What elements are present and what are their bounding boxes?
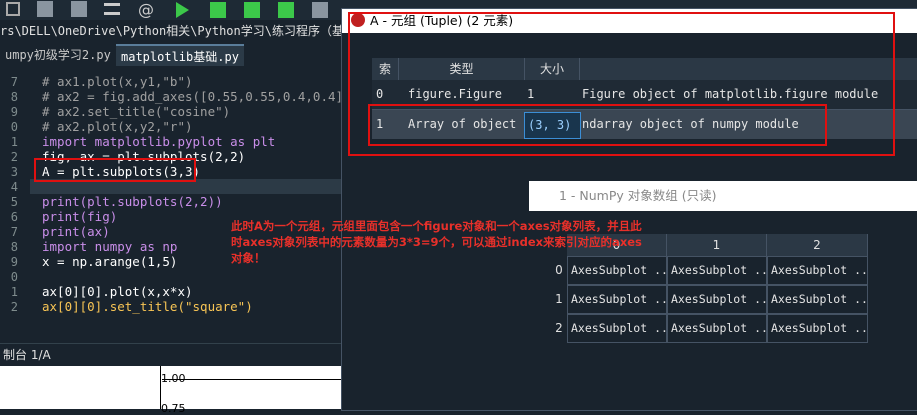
line-number: 7 xyxy=(10,225,18,239)
console-tab[interactable]: 制台 1/A xyxy=(0,344,51,366)
dialog-title: 1 - NumPy 对象数组 (只读) xyxy=(559,188,717,203)
array-cell[interactable]: AxesSubplot ... xyxy=(667,256,767,285)
row-header[interactable]: 1 xyxy=(553,292,565,306)
plot-top-line xyxy=(162,379,342,380)
array-cell[interactable]: AxesSubplot ... xyxy=(667,285,767,314)
plot-area: 1.00 0.75 xyxy=(0,366,345,415)
array-cell[interactable]: AxesSubplot ... xyxy=(667,314,767,343)
save-icon[interactable] xyxy=(37,1,53,17)
highlight-box-row xyxy=(368,104,827,146)
line-number: 7 xyxy=(10,75,18,89)
array-cell[interactable]: AxesSubplot ... xyxy=(567,285,667,314)
working-directory-path[interactable]: rs\DELL\OneDrive\Python相关\Python学习\练习程序（… xyxy=(0,20,345,42)
editor-tabs: umpy初级学习2.py matplotlib基础.py xyxy=(0,42,345,68)
at-icon[interactable]: @ xyxy=(138,0,154,19)
array-cell[interactable]: AxesSubplot ... xyxy=(767,256,868,285)
code-line[interactable]: import numpy as np xyxy=(42,239,177,254)
highlight-box-code xyxy=(34,158,196,182)
line-number: 2 xyxy=(10,300,18,314)
line-number: 9 xyxy=(10,255,18,269)
tab-matplotlib-basics[interactable]: matplotlib基础.py xyxy=(116,44,244,68)
row-header[interactable]: 2 xyxy=(553,321,565,335)
column-header-2[interactable]: 2 xyxy=(767,234,868,256)
run-icon[interactable] xyxy=(176,2,189,18)
line-number: 0 xyxy=(10,120,18,134)
save-all-icon[interactable] xyxy=(71,1,87,17)
run-cell-icon[interactable] xyxy=(244,2,260,18)
code-line[interactable]: print(ax) xyxy=(42,224,110,239)
numpy-array-viewer-dialog: 1 - NumPy 对象数组 (只读) 0 1 2 0 1 2 AxesSubp… xyxy=(529,181,917,409)
folder-icon[interactable] xyxy=(6,2,20,16)
line-number: 6 xyxy=(10,210,18,224)
line-number: 9 xyxy=(10,105,18,119)
dialog-title-bar[interactable]: 1 - NumPy 对象数组 (只读) xyxy=(529,181,917,211)
list-icon[interactable] xyxy=(104,3,120,15)
line-number: 0 xyxy=(10,270,18,284)
annotation-text: 此时A为一个元组，元组里面包含一个figure对象和一个axes对象列表，并且此… xyxy=(231,219,642,265)
array-cell[interactable]: AxesSubplot ... xyxy=(767,285,868,314)
line-number: 8 xyxy=(10,240,18,254)
line-number: 1 xyxy=(10,285,18,299)
line-number: 1 xyxy=(10,135,18,149)
array-cell[interactable]: AxesSubplot ... xyxy=(567,314,667,343)
code-line[interactable]: print(fig) xyxy=(42,209,117,224)
code-line[interactable]: print(plt.subplots(2,2)) xyxy=(42,194,223,209)
line-number: 2 xyxy=(10,150,18,164)
code-line[interactable]: # ax1.plot(x,y1,"b") xyxy=(42,74,193,89)
run-selection-icon[interactable] xyxy=(278,2,294,18)
debug-icon[interactable] xyxy=(312,2,328,18)
array-cell[interactable]: AxesSubplot ... xyxy=(767,314,868,343)
code-line[interactable]: x = np.arange(1,5) xyxy=(42,254,177,269)
code-editor[interactable]: 7 # ax1.plot(x,y1,"b") 8 # ax2 = fig.add_ax… xyxy=(0,66,351,330)
line-number: 5 xyxy=(10,195,18,209)
code-line[interactable]: ax[0][0].plot(x,x*x) xyxy=(42,284,193,299)
run-file-icon[interactable] xyxy=(210,2,226,18)
code-line[interactable]: # ax2 = fig.add_axes([0.55,0.55,0.4,0.4]… xyxy=(42,89,351,104)
code-line[interactable]: ax[0][0].set_title("square") xyxy=(42,299,253,314)
line-number: 4 xyxy=(10,180,18,194)
code-line[interactable]: import matplotlib.pyplot as plt xyxy=(42,134,275,149)
code-line[interactable]: # ax2.plot(x,y2,"r") xyxy=(42,119,193,134)
plot-tick-label: 1.00 xyxy=(161,372,186,385)
line-number: 3 xyxy=(10,165,18,179)
code-line[interactable]: # ax2.set_title("cosine") xyxy=(42,104,230,119)
tab-numpy-study[interactable]: umpy初级学习2.py xyxy=(0,44,116,66)
line-number: 8 xyxy=(10,90,18,104)
column-header-1[interactable]: 1 xyxy=(667,234,767,256)
